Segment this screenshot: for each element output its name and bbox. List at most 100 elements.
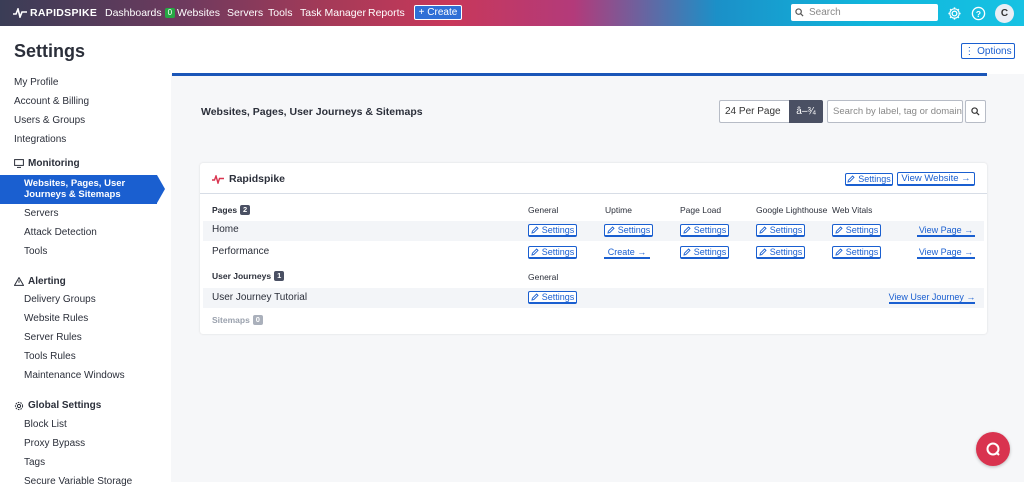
performance-general-settings-button[interactable]: Settings — [528, 246, 577, 259]
user-journeys-label: User Journeys — [212, 271, 272, 281]
main-content: ⋮ Options Websites, Pages, User Journeys… — [171, 26, 1024, 482]
global-search-placeholder: Search — [809, 7, 841, 18]
button-label: Settings — [769, 247, 803, 257]
nav-servers[interactable]: Servers — [227, 0, 263, 26]
view-website-button[interactable]: View Website → — [897, 172, 975, 186]
sidebar-item-proxy-bypass[interactable]: Proxy Bypass — [24, 438, 85, 449]
pencil-icon — [683, 226, 691, 234]
sidebar-heading-alerting: Alerting — [14, 276, 66, 287]
rapidspike-logo-icon — [212, 174, 224, 184]
sidebar-item-websites-pages[interactable]: Websites, Pages, User Journeys & Sitemap… — [0, 175, 165, 204]
search-icon — [971, 107, 980, 116]
sidebar-item-tags[interactable]: Tags — [24, 457, 45, 468]
sidebar-heading-monitoring: Monitoring — [14, 158, 80, 169]
user-avatar[interactable]: C — [995, 4, 1014, 23]
brand-name: RAPIDSPIKE — [30, 7, 98, 19]
gear-icon — [14, 401, 24, 410]
page-title: Settings — [14, 41, 86, 61]
performance-uptime-create-link[interactable]: Create → — [604, 246, 650, 259]
sidebar-item-tools[interactable]: Tools — [24, 246, 47, 257]
button-label: Settings — [693, 225, 727, 235]
options-button[interactable]: ⋮ Options — [961, 43, 1015, 59]
home-web-vitals-settings-button[interactable]: Settings — [832, 224, 881, 237]
button-label: Settings — [541, 247, 575, 257]
nav-dashboards-label: Dashboards — [105, 7, 162, 19]
column-uptime: Uptime — [605, 205, 632, 215]
chat-launcher-button[interactable] — [976, 432, 1010, 466]
gear-icon[interactable] — [946, 5, 962, 21]
nav-dashboards[interactable]: Dashboards 0 — [105, 0, 176, 26]
website-title: Rapidspike — [212, 173, 285, 185]
pencil-icon — [835, 248, 843, 256]
sidebar-heading-global-settings: Global Settings — [14, 400, 101, 411]
home-lighthouse-settings-button[interactable]: Settings — [756, 224, 805, 237]
performance-lighthouse-settings-button[interactable]: Settings — [756, 246, 805, 259]
pages-group-label: Pages 2 — [212, 205, 251, 215]
page-name-home[interactable]: Home — [212, 224, 239, 235]
nav-tools[interactable]: Tools — [268, 0, 293, 26]
chat-icon — [986, 442, 1000, 456]
button-label: Settings — [845, 247, 879, 257]
dashboards-count-badge: 0 — [164, 8, 176, 18]
nav-websites[interactable]: Websites — [177, 0, 220, 26]
alerting-label: Alerting — [28, 276, 66, 287]
sidebar-item-delivery-groups[interactable]: Delivery Groups — [24, 294, 96, 305]
per-page-dropdown-button[interactable]: â–¾ — [789, 100, 823, 123]
nav-reports[interactable]: Reports — [368, 0, 405, 26]
home-page-load-settings-button[interactable]: Settings — [680, 224, 729, 237]
global-search-input[interactable]: Search — [791, 4, 938, 21]
sidebar-active-line1: Websites, Pages, User — [24, 178, 126, 189]
nav-tools-label: Tools — [268, 7, 293, 19]
sidebar-item-servers[interactable]: Servers — [24, 208, 58, 219]
page-name-performance[interactable]: Performance — [212, 246, 269, 257]
view-user-journey-link[interactable]: View User Journey → — [889, 291, 975, 304]
nav-task-manager[interactable]: Task Manager — [300, 0, 366, 26]
journey-general-settings-button[interactable]: Settings — [528, 291, 577, 304]
pages-label: Pages — [212, 205, 238, 215]
home-view-page-link[interactable]: View Page → — [917, 224, 975, 237]
filter-search-button[interactable] — [965, 100, 986, 123]
monitoring-label: Monitoring — [28, 158, 80, 169]
sidebar-item-attack-detection[interactable]: Attack Detection — [24, 227, 97, 238]
settings-sidebar: Settings My Profile Account & Billing Us… — [0, 26, 171, 487]
svg-text:?: ? — [975, 8, 980, 18]
sidebar-item-block-list[interactable]: Block List — [24, 419, 67, 430]
sidebar-item-users-groups[interactable]: Users & Groups — [14, 115, 85, 126]
sidebar-item-account-billing[interactable]: Account & Billing — [14, 96, 89, 107]
sidebar-item-tools-rules[interactable]: Tools Rules — [24, 351, 76, 362]
pencil-icon — [531, 248, 539, 256]
rapidspike-logo-icon — [13, 8, 27, 18]
button-label: Settings — [845, 225, 879, 235]
nav-reports-label: Reports — [368, 7, 405, 19]
sidebar-item-maintenance-windows[interactable]: Maintenance Windows — [24, 370, 125, 381]
help-icon[interactable]: ? — [970, 5, 986, 21]
global-settings-label: Global Settings — [28, 400, 102, 411]
user-journeys-group-label: User Journeys 1 — [212, 271, 285, 281]
search-icon — [795, 8, 804, 17]
main-header — [171, 26, 1024, 74]
performance-view-page-link[interactable]: View Page → — [917, 246, 975, 259]
top-navigation-bar: RAPIDSPIKE Dashboards 0 Websites Servers … — [0, 0, 1024, 26]
column-web-vitals: Web Vitals — [832, 205, 873, 215]
monitor-icon — [14, 159, 24, 168]
performance-page-load-settings-button[interactable]: Settings — [680, 246, 729, 259]
home-general-settings-button[interactable]: Settings — [528, 224, 577, 237]
home-uptime-settings-button[interactable]: Settings — [604, 224, 653, 237]
brand-logo[interactable]: RAPIDSPIKE — [13, 5, 97, 21]
journey-name[interactable]: User Journey Tutorial — [212, 292, 307, 303]
button-label: Settings — [693, 247, 727, 257]
sidebar-item-website-rules[interactable]: Website Rules — [24, 313, 88, 324]
create-button[interactable]: + Create — [414, 5, 462, 20]
website-settings-button[interactable]: Settings — [845, 173, 893, 186]
sidebar-item-integrations[interactable]: Integrations — [14, 134, 66, 145]
performance-web-vitals-settings-button[interactable]: Settings — [832, 246, 881, 259]
button-label: Settings — [541, 292, 575, 302]
sidebar-item-my-profile[interactable]: My Profile — [14, 77, 58, 88]
column-general: General — [528, 272, 559, 282]
sidebar-active-line2: Journeys & Sitemaps — [24, 189, 121, 200]
sidebar-item-server-rules[interactable]: Server Rules — [24, 332, 82, 343]
filter-search-input[interactable]: Search by label, tag or domain — [827, 100, 963, 123]
per-page-select[interactable]: 24 Per Page — [719, 100, 789, 123]
button-label: Settings — [769, 225, 803, 235]
website-name: Rapidspike — [229, 173, 286, 185]
